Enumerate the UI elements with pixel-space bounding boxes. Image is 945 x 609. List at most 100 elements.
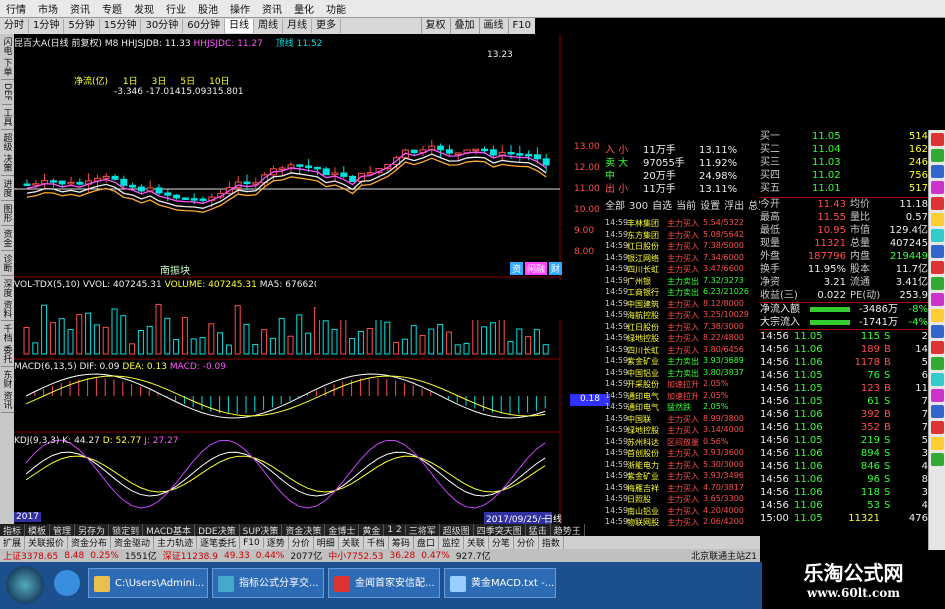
alert-row[interactable]: 14:59 通印电气 猛然跌 2.05%: [605, 402, 760, 414]
alert-row[interactable]: 14:59 丰林集团 主力买入 5.54/5322: [605, 218, 760, 230]
alert-row[interactable]: 14:59 中国铝业 主力卖出 3.80/3837: [605, 368, 760, 380]
tool-icon-19[interactable]: [931, 421, 944, 434]
task-explorer[interactable]: C:\Users\Admini...: [88, 568, 208, 598]
alert-row[interactable]: 14:59 绿地控股 主力买入 3.14/4000: [605, 425, 760, 437]
tool-icon-2[interactable]: [931, 149, 944, 162]
period-tab-8[interactable]: 月线: [283, 19, 312, 33]
left-tab-1[interactable]: 闪电 下单: [0, 34, 14, 80]
indicator-tab-13[interactable]: 超级图: [440, 523, 474, 537]
menu-item-9[interactable]: 量化: [288, 1, 320, 16]
left-tab-2[interactable]: DEF: [2, 80, 12, 105]
bottom-tab-6[interactable]: F10: [240, 537, 264, 548]
alert-row[interactable]: 14:59 工商银行 主力卖出 6.23/21026: [605, 287, 760, 299]
task-browser[interactable]: 指标公式分享交...: [212, 568, 324, 598]
alert-row[interactable]: 14:59 红日股份 主力买入 7.38/5000: [605, 241, 760, 253]
menu-item-6[interactable]: 股池: [192, 1, 224, 16]
indicator-tab-2[interactable]: 管理: [50, 523, 76, 537]
left-tab-7[interactable]: 资金: [0, 226, 14, 251]
bottom-tab-3[interactable]: 资金驱动: [111, 536, 155, 549]
ratio-tab-0[interactable]: 全部: [605, 200, 625, 213]
indicator-tab-3[interactable]: 另存为: [75, 523, 110, 537]
menu-item-10[interactable]: 功能: [320, 1, 352, 16]
task-trading-app[interactable]: 金闻首家安信配...: [328, 568, 440, 598]
bottom-tab-16[interactable]: 分笔: [489, 536, 514, 549]
period-tab-0[interactable]: 分时: [0, 19, 29, 33]
alert-row[interactable]: 14:59 绿地控股 主力买入 8.22/4800: [605, 333, 760, 345]
alert-row[interactable]: 14:59 银江网络 主力买入 7.34/6000: [605, 253, 760, 265]
tool-icon-7[interactable]: [931, 229, 944, 242]
left-tab-4[interactable]: 超级 决策: [0, 130, 14, 176]
indicator-tab-6[interactable]: DDE决策: [195, 523, 240, 537]
sz-index[interactable]: 深证11238.9: [160, 549, 221, 562]
menu-item-1[interactable]: 市场: [32, 1, 64, 16]
zx-index[interactable]: 中小7752.53: [325, 549, 386, 562]
bottom-tab-2[interactable]: 资金分布: [68, 536, 112, 549]
bottom-tab-5[interactable]: 逐笔委托: [197, 536, 241, 549]
alert-row[interactable]: 14:59 紫金矿业 主力买入 3.93/3496: [605, 471, 760, 483]
indicator-tab-9[interactable]: 金博士: [325, 523, 360, 537]
period-tab-7[interactable]: 周线: [254, 19, 283, 33]
tool-icon-14[interactable]: [931, 341, 944, 354]
indicator-tab-4[interactable]: 锁定到: [109, 523, 144, 537]
tool-icon-3[interactable]: [931, 165, 944, 178]
tool-icon-20[interactable]: [931, 437, 944, 450]
ratio-tab-5[interactable]: 浮出: [724, 200, 744, 213]
ratio-tab-2[interactable]: 自选: [652, 200, 672, 213]
buy-strip-item-1[interactable]: 闲融: [525, 262, 548, 275]
chart-tool-button-3[interactable]: F10: [507, 18, 535, 34]
ratio-tab-4[interactable]: 设置: [700, 200, 720, 213]
tool-icon-8[interactable]: [931, 245, 944, 258]
task-notepad[interactable]: 黄金MACD.txt -...: [444, 568, 556, 598]
bottom-tab-18[interactable]: 指数: [539, 536, 564, 549]
left-tab-11[interactable]: 东财 资讯: [0, 367, 14, 414]
alert-row[interactable]: 14:59 四川长虹 主力买入 3.47/6600: [605, 264, 760, 276]
menu-item-7[interactable]: 操作: [224, 1, 256, 16]
indicator-tab-0[interactable]: 指标: [0, 523, 26, 537]
alert-row[interactable]: 14:59 四川长虹 主力买入 3.80/6456: [605, 345, 760, 357]
alert-row[interactable]: 14:59 苏州科达 区间放量 0.56%: [605, 437, 760, 449]
sh-index[interactable]: 上证3378.65: [0, 549, 61, 562]
left-tab-6[interactable]: 图形: [0, 201, 14, 226]
tool-icon-5[interactable]: [931, 197, 944, 210]
alert-row[interactable]: 14:59 梅雁吉祥 主力买入 4.70/3817: [605, 483, 760, 495]
indicator-tab-11[interactable]: 1 2: [384, 525, 406, 535]
indicator-tab-5[interactable]: MACD基本: [143, 523, 196, 537]
bottom-tab-1[interactable]: 关联报价: [25, 536, 69, 549]
alert-row[interactable]: 14:59 广州银 主力卖出 7.32/3273: [605, 276, 760, 288]
alert-row[interactable]: 14:59 中国建筑 主力买入 8.12/8000: [605, 299, 760, 311]
bottom-tab-0[interactable]: 扩展: [0, 536, 26, 549]
tool-icon-21[interactable]: [931, 453, 944, 466]
bottom-tab-11[interactable]: 千档: [364, 536, 389, 549]
bottom-tab-17[interactable]: 分价: [514, 536, 539, 549]
period-tab-9[interactable]: 更多: [312, 19, 341, 33]
bottom-tab-4[interactable]: 主力轨迹: [154, 536, 198, 549]
alert-row[interactable]: 14:59 南山铝业 主力买入 4.20/4000: [605, 506, 760, 518]
ratio-tab-3[interactable]: 当前: [676, 200, 696, 213]
menu-item-5[interactable]: 行业: [160, 1, 192, 16]
chart-tool-button-2[interactable]: 画线: [478, 18, 508, 34]
alert-row[interactable]: 14:59 紫金矿业 主力卖出 3.93/3689: [605, 356, 760, 368]
left-tab-8[interactable]: 诊断: [0, 251, 14, 276]
tool-icon-9[interactable]: [931, 261, 944, 274]
alert-row[interactable]: 14:59 浙能电力 主力买入 5.30/3000: [605, 460, 760, 472]
indicator-tab-14[interactable]: 四季突天图: [474, 523, 526, 537]
tool-icon-15[interactable]: [931, 357, 944, 370]
alert-row[interactable]: 14:59 首创股份 主力买入 3.93/3600: [605, 448, 760, 460]
alert-row[interactable]: 14:59 物联网股 主力买入 2.06/4200: [605, 517, 760, 529]
tool-icon-4[interactable]: [931, 181, 944, 194]
period-tab-4[interactable]: 30分钟: [141, 19, 184, 33]
left-tab-9[interactable]: 深度 资料: [0, 276, 14, 322]
period-tab-5[interactable]: 60分钟: [183, 19, 225, 33]
menu-item-0[interactable]: 行情: [0, 1, 32, 16]
tool-icon-17[interactable]: [931, 389, 944, 402]
tool-icon-12[interactable]: [931, 309, 944, 322]
menu-item-4[interactable]: 发现: [128, 1, 160, 16]
bottom-tab-8[interactable]: 分价: [289, 536, 314, 549]
period-tab-2[interactable]: 5分钟: [64, 19, 100, 33]
tool-icon-10[interactable]: [931, 277, 944, 290]
buy-strip-item-0[interactable]: 资: [510, 262, 524, 275]
bottom-tab-15[interactable]: 关联: [464, 536, 489, 549]
tool-icon-6[interactable]: [931, 213, 944, 226]
server-label[interactable]: 北京联通主站Z1: [688, 549, 760, 562]
alert-row[interactable]: 14:59 开采股份 加速拉升 2.05%: [605, 379, 760, 391]
